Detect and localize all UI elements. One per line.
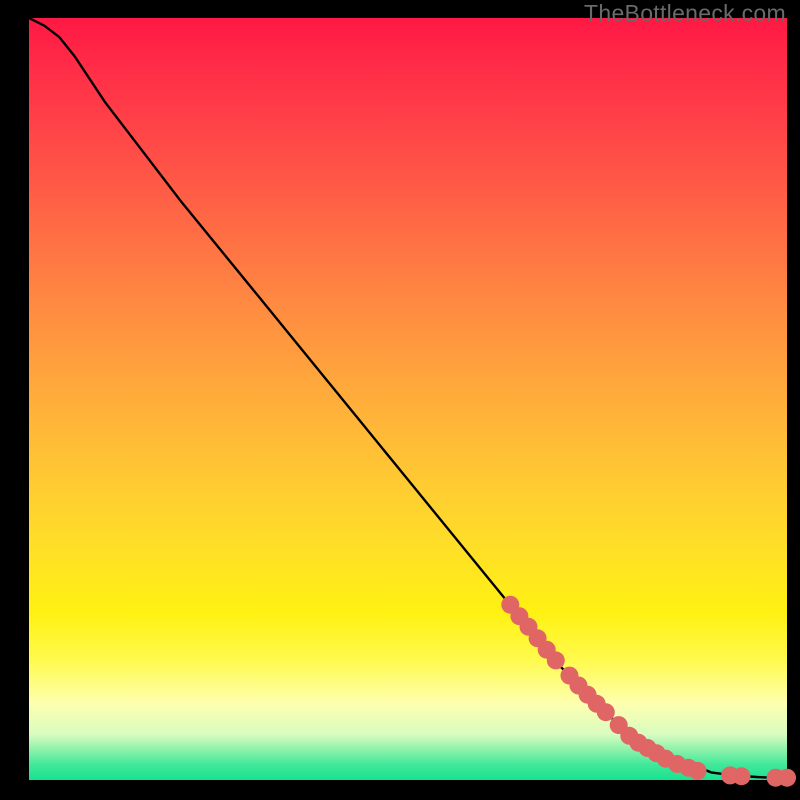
curve-line — [29, 18, 787, 778]
data-point-marker — [547, 651, 565, 669]
chart-svg — [29, 18, 787, 780]
data-point-marker — [689, 762, 707, 780]
chart-stage: TheBottleneck.com — [0, 0, 800, 800]
plot-area — [29, 18, 787, 780]
data-point-marker — [778, 769, 796, 787]
data-point-marker — [597, 703, 615, 721]
watermark-text: TheBottleneck.com — [584, 0, 786, 27]
data-point-marker — [733, 767, 751, 785]
curve-markers — [501, 596, 796, 787]
